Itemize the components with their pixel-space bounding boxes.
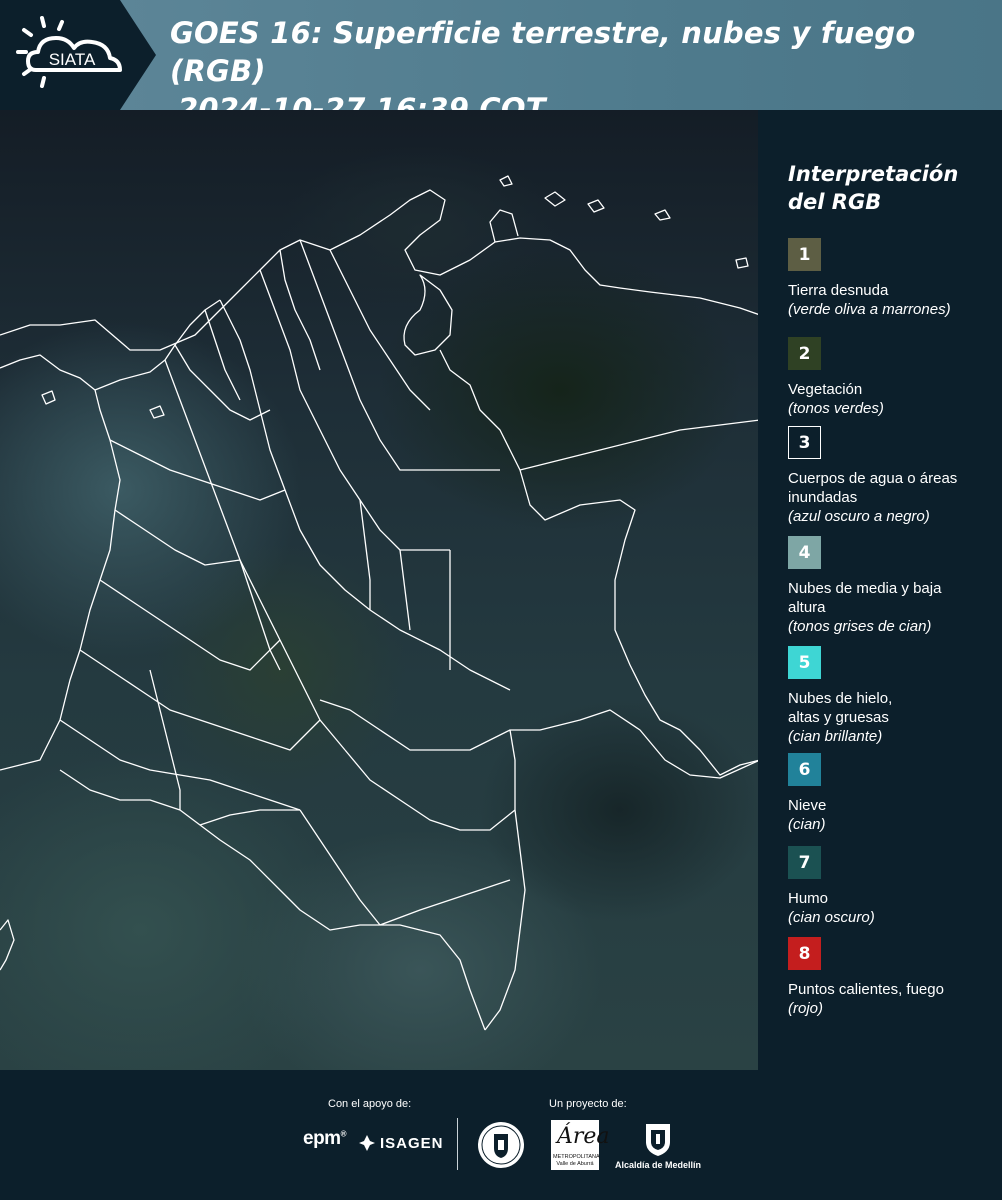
legend-desc-7: (cian oscuro) — [788, 909, 875, 926]
alcaldia-medellin-logo: Alcaldía de Medellín — [612, 1120, 704, 1172]
darien-border — [94, 299, 221, 391]
header: SIATA GOES 16: Superficie terrestre, nub… — [0, 0, 1002, 126]
support-label: Con el apoyo de: — [328, 1098, 412, 1110]
legend-desc-3: (azul oscuro a negro) — [788, 508, 930, 525]
legend-label-5: Nubes de hielo, altas y gruesas — [788, 690, 893, 726]
siata-logo: SIATA — [16, 16, 122, 88]
guajira-peninsula — [489, 209, 519, 243]
legend-item-2: 2 Vegetación (tonos verdes) — [788, 337, 993, 426]
svg-text:SIATA: SIATA — [49, 50, 96, 69]
legend-desc-4: (tonos grises de cian) — [788, 618, 932, 635]
legend-item-8: 8 Puntos calientes, fuego (rojo) — [788, 937, 993, 1029]
border-venezuela — [439, 349, 760, 776]
legend-label-7: Humo — [788, 890, 829, 907]
pacific-coastline — [0, 354, 121, 771]
map-frame-divider — [758, 110, 760, 1070]
legend-swatch-2: 2 — [788, 337, 821, 370]
legend-swatch-7: 7 — [788, 846, 821, 879]
legend-desc-2: (tonos verdes) — [788, 400, 884, 417]
legend-title: Interpretación del RGB — [788, 162, 959, 214]
legend-item-1: 1 Tierra desnuda (verde oliva a marrones… — [788, 238, 993, 337]
boundary-lines — [0, 175, 760, 1031]
footer: Con el apoyo de: Un proyecto de: epm® IS… — [0, 1070, 1002, 1200]
title-line-1: GOES 16: Superficie terrestre, nubes y f… — [170, 16, 916, 88]
legend-desc-1: (verde oliva a marrones) — [788, 301, 951, 318]
legend-item-5: 5 Nubes de hielo, altas y gruesas (cian … — [788, 646, 993, 753]
legend-panel: Interpretación del RGB 1 Tierra desnuda … — [788, 160, 993, 1029]
legend-item-3: 3 Cuerpos de agua o áreas inundadas (azu… — [788, 426, 993, 536]
legend-item-6: 6 Nieve (cian) — [788, 753, 993, 846]
satellite-map — [0, 110, 760, 1070]
project-label: Un proyecto de: — [549, 1098, 627, 1110]
island — [735, 257, 749, 269]
island — [149, 405, 165, 419]
legend-swatch-4: 4 — [788, 536, 821, 569]
legend-item-7: 7 Humo (cian oscuro) — [788, 846, 993, 937]
legend-label-6: Nieve — [788, 797, 827, 814]
venezuela-region — [519, 419, 760, 471]
isagen-logo: ISAGEN — [358, 1132, 444, 1154]
legend-desc-6: (cian) — [788, 816, 826, 833]
legend-swatch-8: 8 — [788, 937, 821, 970]
island — [587, 199, 605, 213]
lake-maracaibo — [403, 274, 453, 356]
legend-swatch-1: 1 — [788, 238, 821, 271]
legend-swatch-3: 3 — [788, 426, 821, 459]
medellin-coat-of-arms-icon — [646, 1124, 670, 1156]
legend-label-2: Vegetación — [788, 381, 863, 398]
border-peru-ecuador — [59, 769, 486, 1031]
legend-item-4: 4 Nubes de media y baja altura (tonos gr… — [788, 536, 993, 646]
antioquia-seal-icon — [478, 1122, 524, 1168]
legend-desc-8: (rojo) — [788, 1000, 824, 1017]
isagen-icon — [359, 1135, 375, 1151]
legend-label-1: Tierra desnuda — [788, 282, 889, 299]
legend-label-4: Nubes de media y baja altura — [788, 580, 942, 616]
island — [544, 191, 566, 207]
island — [41, 390, 56, 405]
area-metropolitana-logo: Área METROPOLITANA Valle de Aburrá — [551, 1120, 610, 1170]
legend-label-3: Cuerpos de agua o áreas inundadas — [788, 470, 958, 506]
legend-desc-5: (cian brillante) — [788, 728, 883, 745]
border-brazil — [484, 709, 760, 1031]
legend-swatch-5: 5 — [788, 646, 821, 679]
island — [499, 175, 513, 187]
epm-logo: epm® — [303, 1128, 347, 1149]
island — [654, 209, 671, 221]
caribbean-coastline — [0, 189, 760, 351]
footer-divider — [457, 1118, 458, 1170]
legend-swatch-6: 6 — [788, 753, 821, 786]
legend-label-8: Puntos calientes, fuego — [788, 981, 944, 998]
